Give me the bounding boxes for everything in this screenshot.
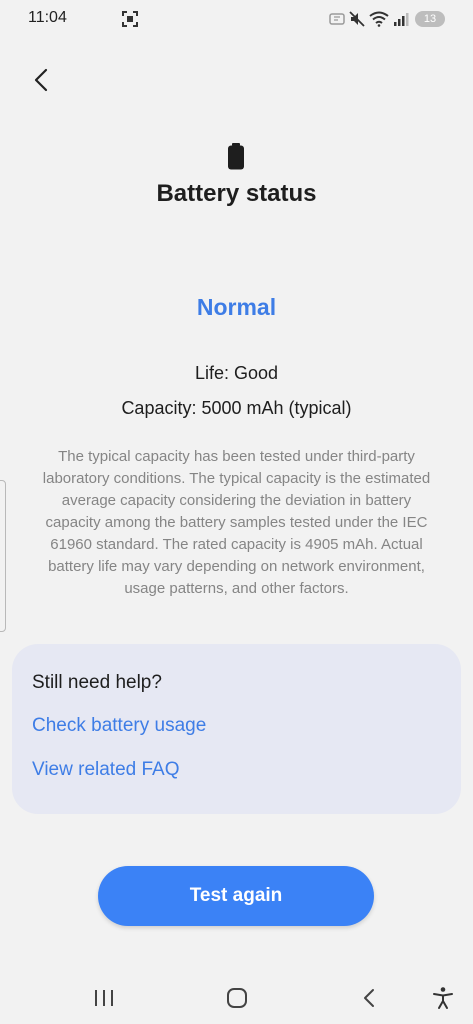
check-battery-usage-link[interactable]: Check battery usage	[32, 715, 206, 737]
edge-panel-handle[interactable]	[0, 480, 6, 632]
view-related-faq-link[interactable]: View related FAQ	[32, 759, 180, 781]
battery-status-value: Normal	[196, 294, 277, 320]
accessibility-button[interactable]	[430, 986, 456, 1010]
nfc-icon	[329, 12, 345, 26]
recents-icon	[95, 990, 113, 1006]
page-title: Battery status	[156, 180, 317, 207]
signal-icon	[393, 12, 409, 26]
status-icons: 13	[329, 9, 445, 29]
capacity-description: The typical capacity has been tested und…	[42, 448, 431, 597]
screen-recorder-icon	[120, 9, 140, 29]
battery-capacity-text: Capacity: 5000 mAh (typical)	[121, 398, 352, 418]
mute-icon	[349, 11, 365, 27]
accessibility-icon	[433, 987, 453, 1009]
battery-icon	[226, 143, 246, 170]
status-bar: 11:04 13	[0, 0, 473, 38]
back-button[interactable]	[28, 64, 56, 96]
home-icon	[227, 988, 247, 1008]
help-card: Still need help? Check battery usage Vie…	[12, 644, 461, 814]
back-icon	[364, 989, 374, 1007]
test-again-button[interactable]: Test again	[98, 866, 374, 926]
nav-back-button[interactable]	[357, 986, 383, 1010]
battery-life-text: Life: Good	[194, 363, 279, 383]
chevron-left-icon	[34, 68, 48, 92]
navigation-bar	[0, 970, 473, 1024]
status-time: 11:04	[28, 9, 67, 26]
notification-count-badge: 13	[415, 11, 445, 27]
recents-button[interactable]	[91, 986, 117, 1010]
wifi-icon	[369, 11, 389, 27]
home-button[interactable]	[224, 986, 250, 1010]
help-title: Still need help?	[32, 672, 162, 693]
